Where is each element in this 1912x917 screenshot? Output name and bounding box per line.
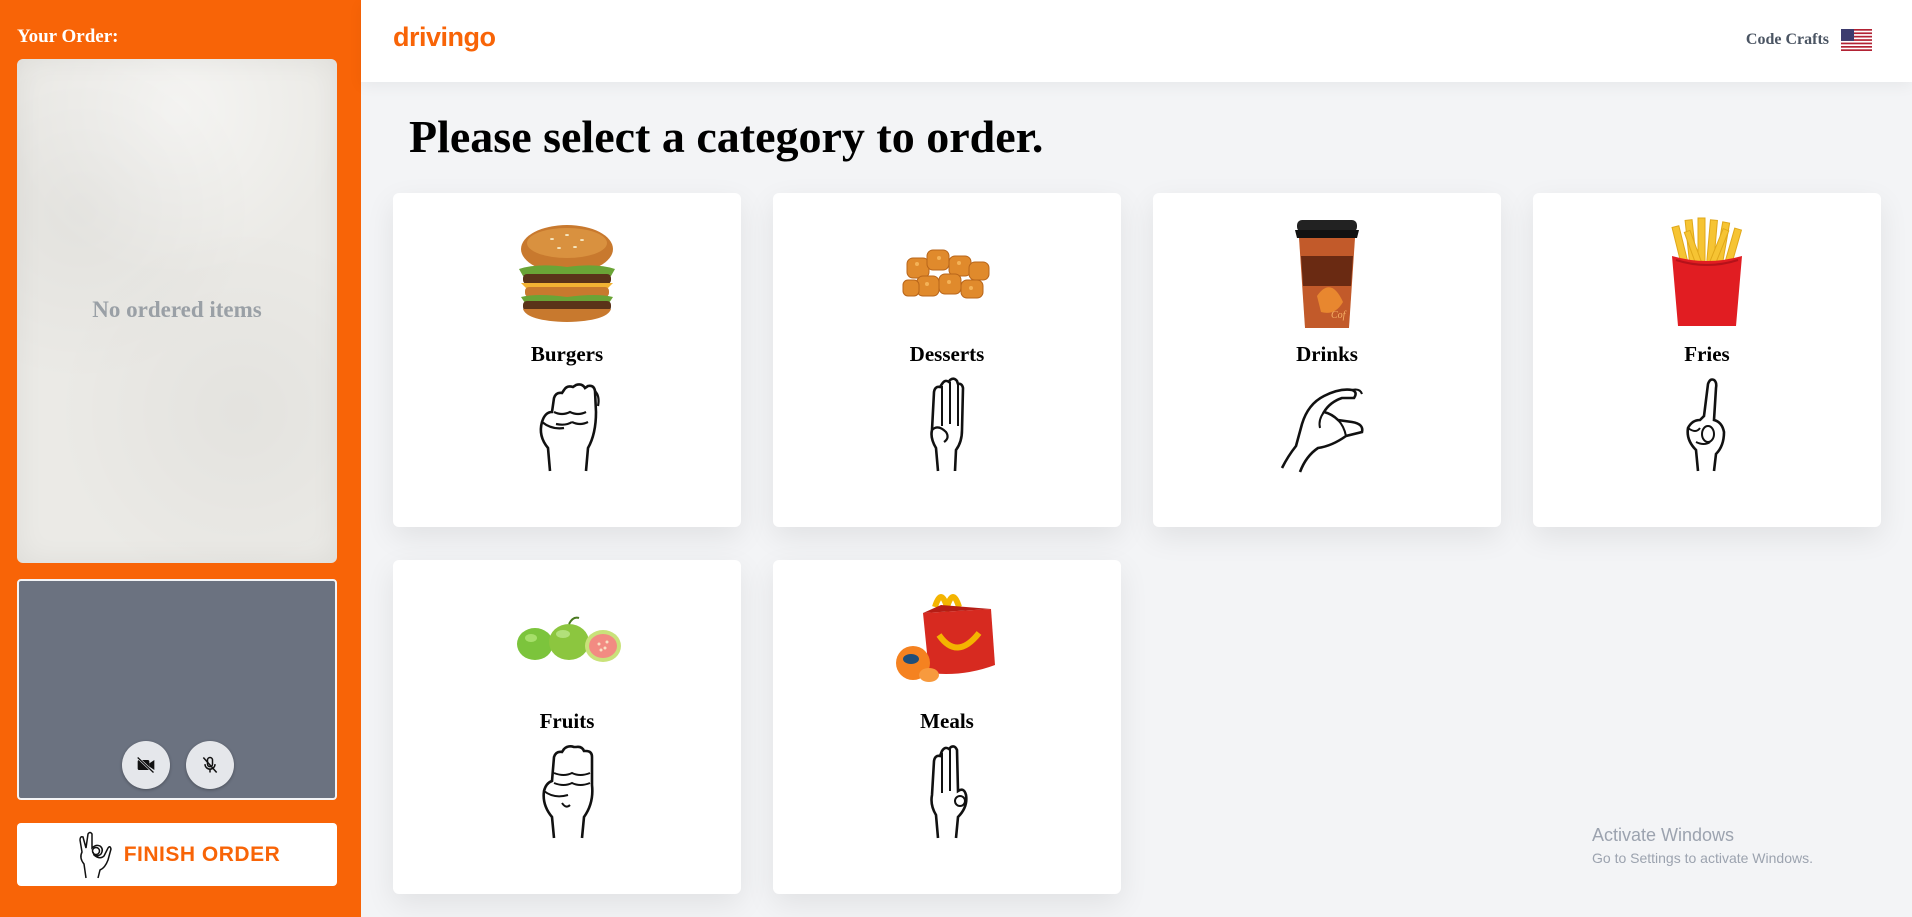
drink-cup-icon: Cof [1262, 218, 1392, 328]
burger-icon [502, 218, 632, 328]
finish-order-label: FINISH ORDER [123, 842, 281, 866]
hand-sign-a-icon [539, 383, 600, 472]
order-list-panel: No ordered items [17, 59, 337, 563]
empty-order-message: No ordered items [92, 297, 262, 322]
brand-name: Code Crafts [1745, 31, 1829, 48]
svg-text:Cof: Cof [1331, 310, 1347, 321]
fries-icon [1642, 217, 1772, 328]
ok-hand-sign-icon [78, 831, 112, 878]
top-header: drivingo Code Crafts [361, 0, 1912, 82]
finish-order-button[interactable]: FINISH ORDER [17, 823, 337, 886]
category-label: Meals [920, 709, 974, 733]
hand-sign-d-icon [1686, 378, 1726, 472]
category-label: Burgers [530, 342, 604, 366]
mic-toggle-button[interactable] [186, 741, 234, 789]
dessert-icon [882, 218, 1012, 328]
category-card-burgers[interactable]: Burgers [393, 193, 741, 527]
category-card-fruits[interactable]: Fruits [393, 560, 741, 894]
camera-preview [17, 579, 337, 800]
us-flag-icon[interactable] [1841, 29, 1872, 51]
hand-sign-e-icon [542, 745, 594, 839]
hand-sign-c-icon [1280, 388, 1364, 473]
category-card-desserts[interactable]: Desserts [773, 193, 1121, 527]
meal-box-icon [882, 585, 1012, 695]
category-label: Fries [1684, 342, 1730, 366]
category-card-fries[interactable]: Fries [1533, 193, 1881, 527]
order-sidebar: Your Order: No ordered items FINISH ORDE… [0, 0, 361, 917]
order-title: Your Order: [17, 26, 119, 47]
page-title: Please select a category to order. [409, 111, 1044, 162]
app-logo[interactable]: drivingo [393, 22, 496, 53]
category-label: Desserts [909, 342, 985, 366]
hand-sign-f-icon [930, 745, 968, 839]
windows-activation-watermark: Activate Windows Go to Settings to activ… [1592, 825, 1813, 866]
category-label: Drinks [1296, 342, 1358, 366]
hand-sign-b-icon [930, 377, 965, 472]
camera-off-icon [136, 756, 155, 774]
category-label: Fruits [539, 709, 595, 733]
category-card-meals[interactable]: Meals [773, 560, 1121, 894]
watermark-subtitle: Go to Settings to activate Windows. [1592, 850, 1813, 866]
mic-off-icon [202, 756, 218, 773]
category-card-drinks[interactable]: Cof Drinks [1153, 193, 1501, 527]
watermark-title: Activate Windows [1592, 825, 1735, 845]
camera-toggle-button[interactable] [122, 741, 170, 789]
fruits-icon [502, 585, 632, 695]
